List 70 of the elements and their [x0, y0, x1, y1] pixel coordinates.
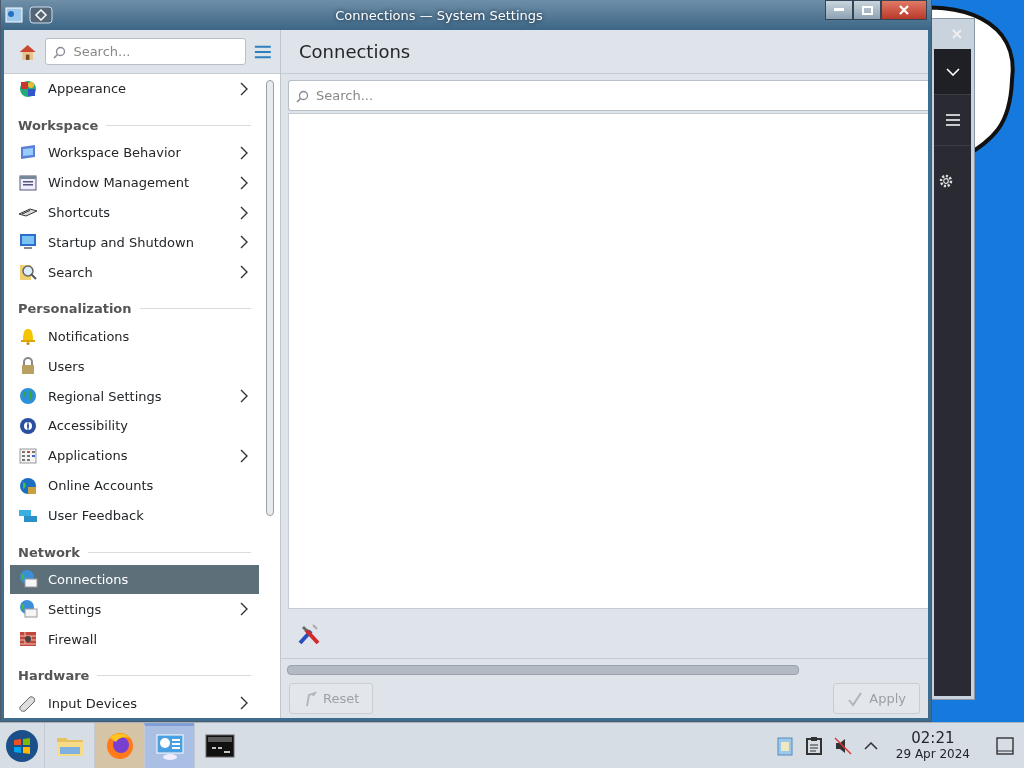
- chevron-right-icon: [239, 81, 250, 96]
- maximize-icon: [861, 5, 873, 15]
- section-header: Hardware: [18, 668, 90, 684]
- bell-icon: [18, 326, 38, 347]
- chevron-right-icon: [239, 602, 250, 617]
- sidebar-item[interactable]: Window Management: [10, 167, 260, 198]
- globe-icon: [18, 386, 38, 406]
- sidebar-item[interactable]: Users: [10, 351, 260, 382]
- palette-icon: [18, 78, 38, 99]
- sidebar-item[interactable]: Connections: [10, 564, 260, 595]
- window-title: Connections — System Settings: [334, 7, 544, 23]
- sidebar-item[interactable]: Applications: [10, 440, 260, 471]
- magnifier-icon: [18, 262, 38, 283]
- search-icon: [296, 89, 309, 103]
- checkmark-icon: [847, 690, 864, 707]
- mouse-icon: [18, 693, 38, 714]
- search-field[interactable]: Search...: [288, 80, 928, 111]
- maximize-button[interactable]: [853, 0, 881, 20]
- sidebar-item[interactable]: Accessibility: [10, 410, 260, 441]
- chevron-down-icon[interactable]: [945, 67, 960, 76]
- sidebar-item[interactable]: Startup and Shutdown: [10, 227, 260, 258]
- search-icon: [53, 45, 67, 59]
- pin-icon[interactable]: [29, 6, 53, 24]
- globe-icon: [18, 475, 38, 496]
- sidebar-item[interactable]: Notifications: [10, 321, 260, 352]
- sidebar-item[interactable]: Firewall: [10, 624, 260, 655]
- sidebar-item[interactable]: Shortcuts: [10, 197, 260, 228]
- chevron-right-icon: [239, 389, 250, 403]
- minimize-button[interactable]: [825, 0, 853, 20]
- section-header: Personalization: [18, 301, 132, 317]
- compass-icon: [18, 415, 38, 436]
- horizontal-scrollbar[interactable]: [287, 665, 799, 675]
- reset-icon: [303, 690, 317, 707]
- clock[interactable]: 02:21 29 Apr 2024: [895, 730, 970, 761]
- sidebar-item[interactable]: Online Accounts: [10, 470, 260, 501]
- tools-icon[interactable]: [297, 621, 321, 646]
- sidebar-item[interactable]: User Feedback: [10, 500, 260, 531]
- menu-icon[interactable]: [945, 114, 960, 126]
- grid-icon: [18, 445, 38, 466]
- network-icon: [18, 569, 38, 590]
- chevron-right-icon: [239, 265, 250, 280]
- sidebar-item[interactable]: Workspace Behavior: [10, 137, 260, 168]
- window-icon: [18, 172, 38, 193]
- start-button[interactable]: [5, 728, 39, 763]
- chevron-right-icon: [239, 175, 250, 190]
- caret-up-icon[interactable]: [863, 741, 878, 750]
- chevron-right-icon: [239, 696, 250, 711]
- sidebar-item[interactable]: Regional Settings: [10, 381, 260, 411]
- search-field[interactable]: Search...: [45, 38, 247, 65]
- sidebar-item[interactable]: Search: [10, 257, 260, 288]
- settings-icon[interactable]: [938, 173, 954, 189]
- sidebar-item[interactable]: Input Devices: [10, 688, 260, 718]
- close-button[interactable]: [881, 0, 927, 20]
- sidebar-item[interactable]: Appearance: [10, 74, 260, 104]
- minimize-icon: [834, 8, 844, 12]
- chevron-right-icon: [239, 448, 250, 463]
- section-header: Network: [18, 544, 80, 560]
- section-header: Workspace: [18, 117, 99, 133]
- settings-app-icon: [153, 731, 186, 763]
- show-desktop-icon[interactable]: [996, 736, 1014, 755]
- network-icon: [18, 599, 38, 620]
- chevron-right-icon: [239, 205, 250, 220]
- sidebar-item[interactable]: Settings: [10, 594, 260, 625]
- app-icon[interactable]: [5, 7, 23, 23]
- close-icon: [899, 5, 909, 15]
- scrollbar-thumb[interactable]: [265, 80, 274, 516]
- chevron-right-icon: [239, 145, 250, 160]
- page-title: Connections: [299, 41, 411, 62]
- chevron-right-icon: [239, 235, 250, 250]
- muted-speaker-icon[interactable]: [833, 736, 852, 755]
